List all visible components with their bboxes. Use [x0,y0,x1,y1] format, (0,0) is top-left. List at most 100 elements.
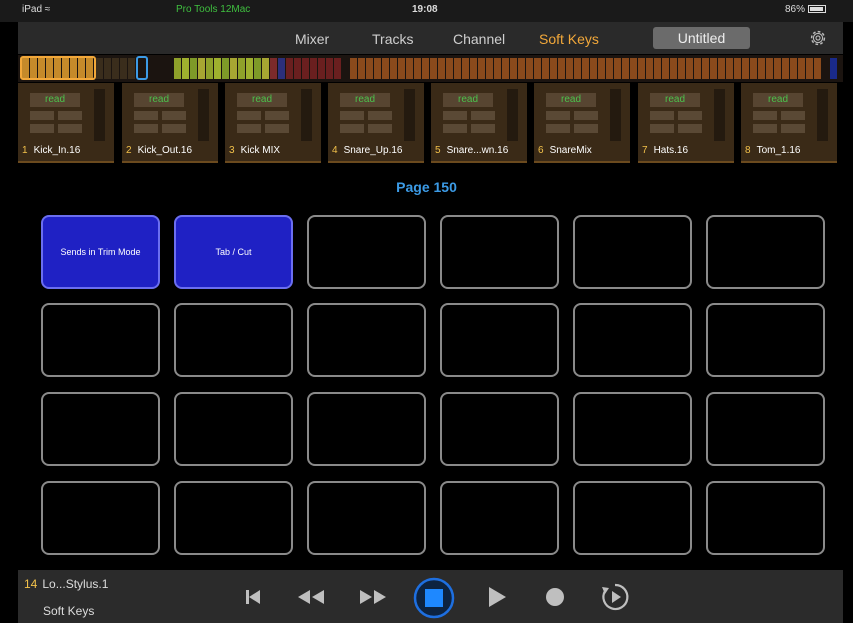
soft-key-24[interactable] [706,481,825,555]
solo-button[interactable] [546,111,570,120]
record-arm-button[interactable] [134,124,158,133]
solo-button[interactable] [753,111,777,120]
input-monitor-button[interactable] [574,124,598,133]
page-label: Page 150 [396,179,457,195]
channel-strip[interactable]: read 6 SnareMix [534,83,630,163]
automation-mode-button[interactable]: read [546,93,596,107]
soft-key-17[interactable] [573,392,692,466]
track-overview-cell [678,58,685,79]
soft-key-1[interactable]: Sends in Trim Mode [41,215,160,289]
rewind-button[interactable] [294,582,328,612]
input-monitor-button[interactable] [471,124,495,133]
mute-button[interactable] [678,111,702,120]
soft-key-4[interactable] [440,215,559,289]
channel-strip[interactable]: read 4 Snare_Up.16 [328,83,424,163]
soft-key-5[interactable] [573,215,692,289]
mute-button[interactable] [58,111,82,120]
track-overview-strip[interactable] [18,55,843,82]
fast-forward-button[interactable] [356,582,390,612]
input-monitor-button[interactable] [368,124,392,133]
automation-mode-button[interactable]: read [650,93,700,107]
input-monitor-button[interactable] [58,124,82,133]
soft-key-2[interactable]: Tab / Cut [174,215,293,289]
solo-button[interactable] [237,111,261,120]
automation-mode-button[interactable]: read [134,93,184,107]
track-overview-cell [830,58,837,79]
mute-button[interactable] [471,111,495,120]
track-overview-cell [646,58,653,79]
record-arm-button[interactable] [650,124,674,133]
track-overview-cell [750,58,757,79]
soft-key-15[interactable] [307,392,426,466]
stop-button[interactable] [413,577,455,619]
input-monitor-button[interactable] [265,124,289,133]
play-button[interactable] [480,582,514,612]
record-arm-button[interactable] [753,124,777,133]
track-overview-cell [174,58,181,79]
automation-mode-button[interactable]: read [340,93,390,107]
solo-button[interactable] [443,111,467,120]
record-arm-button[interactable] [546,124,570,133]
track-overview-cell [558,58,565,79]
soft-key-13[interactable] [41,392,160,466]
mute-button[interactable] [265,111,289,120]
track-overview-cell [766,58,773,79]
automation-mode-button[interactable]: read [30,93,80,107]
soft-key-9[interactable] [307,303,426,377]
channel-strip[interactable]: read 5 Snare...wn.16 [431,83,527,163]
soft-key-21[interactable] [307,481,426,555]
soft-key-14[interactable] [174,392,293,466]
record-icon [546,588,564,606]
soft-key-23[interactable] [573,481,692,555]
soft-key-18[interactable] [706,392,825,466]
return-to-zero-button[interactable] [236,582,270,612]
record-arm-button[interactable] [443,124,467,133]
input-monitor-button[interactable] [678,124,702,133]
soft-key-20[interactable] [174,481,293,555]
loop-play-button[interactable] [598,582,632,612]
record-button[interactable] [538,582,572,612]
tab-channel[interactable]: Channel [453,31,505,47]
tab-soft-keys[interactable]: Soft Keys [539,31,599,47]
mute-button[interactable] [162,111,186,120]
channel-strip[interactable]: read 1 Kick_In.16 [18,83,114,163]
soft-key-3[interactable] [307,215,426,289]
soft-key-16[interactable] [440,392,559,466]
input-monitor-button[interactable] [781,124,805,133]
soft-key-10[interactable] [440,303,559,377]
gear-icon[interactable] [807,27,829,49]
soft-key-12[interactable] [706,303,825,377]
solo-button[interactable] [134,111,158,120]
automation-mode-button[interactable]: read [443,93,493,107]
record-arm-button[interactable] [30,124,54,133]
battery-indicator: 86% [785,4,827,15]
soft-key-11[interactable] [573,303,692,377]
soft-key-19[interactable] [41,481,160,555]
soft-key-8[interactable] [174,303,293,377]
solo-button[interactable] [30,111,54,120]
overview-bank-selection[interactable] [20,56,96,80]
track-overview-cell [238,58,245,79]
solo-button[interactable] [340,111,364,120]
channel-strip[interactable]: read 7 Hats.16 [638,83,734,163]
input-monitor-button[interactable] [162,124,186,133]
automation-mode-button[interactable]: read [753,93,803,107]
soft-key-7[interactable] [41,303,160,377]
selected-track[interactable]: 14 Lo...Stylus.1 [24,577,108,591]
tab-tracks[interactable]: Tracks [372,31,413,47]
mute-button[interactable] [574,111,598,120]
soft-key-22[interactable] [440,481,559,555]
solo-button[interactable] [650,111,674,120]
channel-strip[interactable]: read 3 Kick MIX [225,83,321,163]
soft-key-6[interactable] [706,215,825,289]
document-title-button[interactable]: Untitled [653,27,750,49]
mute-button[interactable] [781,111,805,120]
channel-strip[interactable]: read 8 Tom_1.16 [741,83,837,163]
channel-strip[interactable]: read 2 Kick_Out.16 [122,83,218,163]
record-arm-button[interactable] [340,124,364,133]
automation-mode-button[interactable]: read [237,93,287,107]
tab-mixer[interactable]: Mixer [295,31,329,47]
mute-button[interactable] [368,111,392,120]
record-arm-button[interactable] [237,124,261,133]
channel-name: 8 Tom_1.16 [745,145,801,156]
